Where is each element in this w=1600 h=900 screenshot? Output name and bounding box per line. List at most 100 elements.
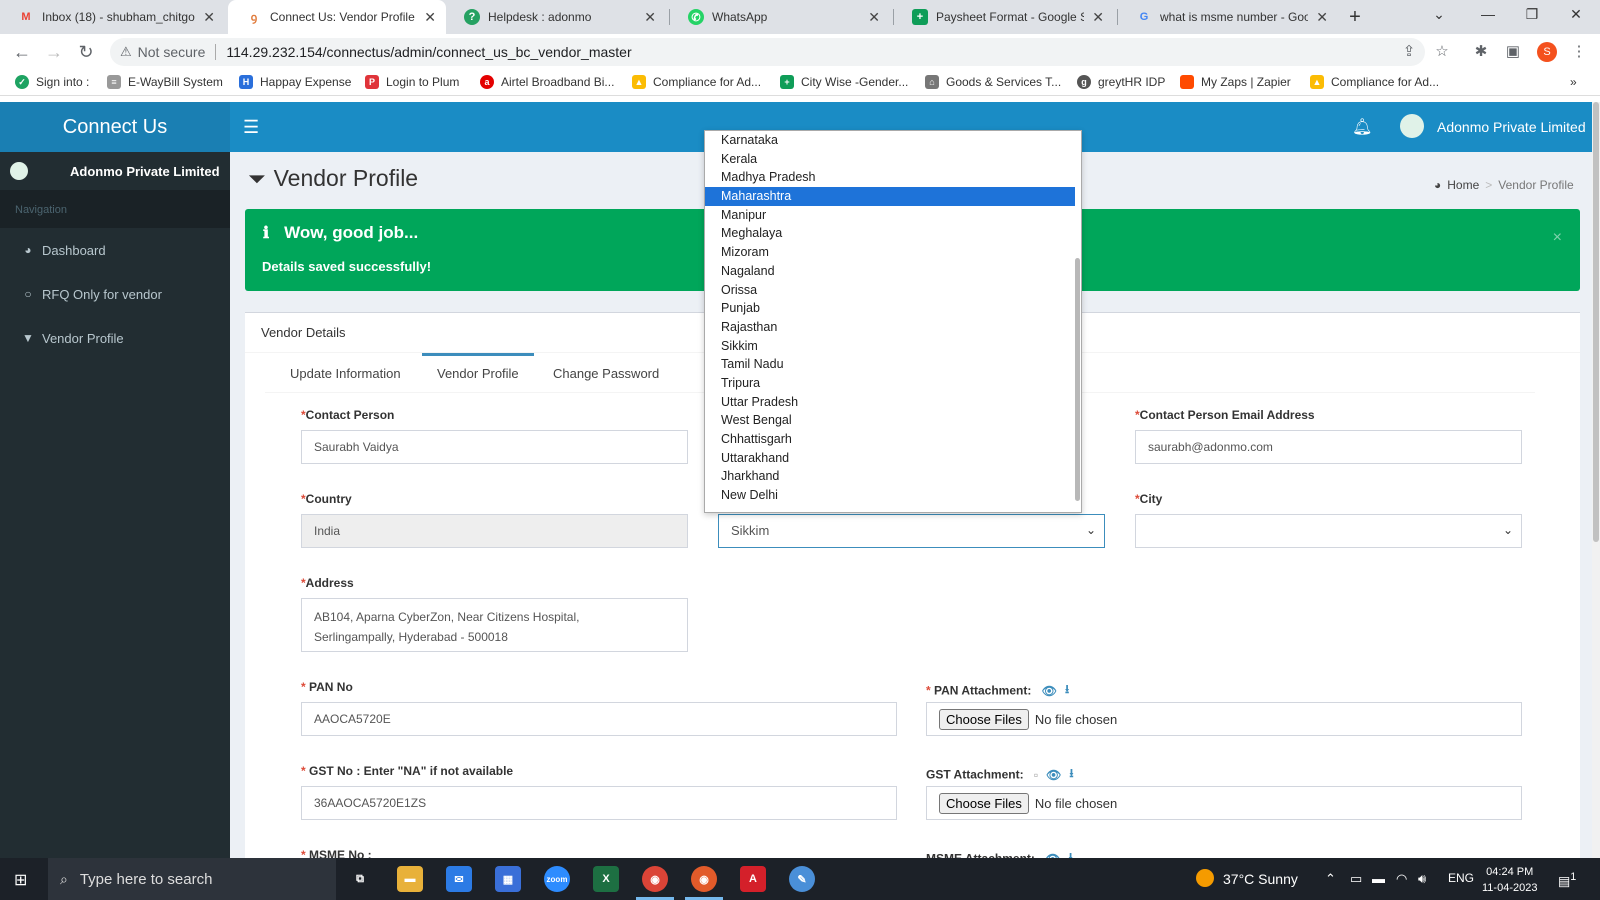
- sidebar-item-vendor-profile[interactable]: ▼ Vendor Profile: [0, 316, 230, 360]
- wifi-icon[interactable]: ◠: [1396, 871, 1407, 887]
- close-icon[interactable]: ✕: [1092, 9, 1104, 26]
- close-icon[interactable]: ✕: [424, 9, 436, 26]
- city-select[interactable]: ⌄: [1135, 514, 1522, 548]
- dropdown-option[interactable]: Madhya Pradesh: [705, 168, 1075, 187]
- close-icon[interactable]: ✕: [1316, 9, 1328, 26]
- page-scrollbar-thumb[interactable]: [1593, 102, 1599, 542]
- bookmark-compliance-2[interactable]: ▲ Compliance for Ad...: [1310, 75, 1439, 89]
- battery-icon[interactable]: ▬: [1372, 871, 1385, 886]
- bookmark-happay[interactable]: H Happay Expense: [239, 75, 351, 89]
- zoom-icon[interactable]: zoom: [544, 866, 570, 892]
- download-icon[interactable]: ⭳: [1069, 764, 1073, 785]
- close-icon[interactable]: ✕: [203, 9, 215, 26]
- choose-files-button[interactable]: Choose Files: [939, 708, 1029, 730]
- contact-person-input[interactable]: Saurabh Vaidya: [301, 430, 688, 464]
- dropdown-option[interactable]: Punjab: [705, 299, 1075, 318]
- address-textarea[interactable]: AB104, Aparna CyberZon, Near Citizens Ho…: [301, 598, 688, 652]
- bookmark-plum[interactable]: P Login to Plum: [365, 75, 459, 89]
- dropdown-option[interactable]: Kerala: [705, 150, 1075, 169]
- email-field[interactable]: saurabh@adonmo.com: [1135, 430, 1522, 464]
- store-icon[interactable]: ▦: [495, 866, 521, 892]
- browser-tab-helpdesk[interactable]: ? Helpdesk : adonmo ✕: [446, 0, 666, 34]
- chrome-profile-icon[interactable]: ◉: [691, 866, 717, 892]
- close-icon[interactable]: ×: [1553, 229, 1562, 247]
- back-icon[interactable]: ←: [10, 42, 34, 63]
- close-icon[interactable]: ✕: [644, 9, 656, 26]
- bookmark-ewaybill[interactable]: ≡ E-WayBill System: [107, 75, 223, 89]
- dropdown-option[interactable]: Mizoram: [705, 243, 1075, 262]
- file-explorer-icon[interactable]: ▬: [397, 866, 423, 892]
- dropdown-option[interactable]: Manipur: [705, 206, 1075, 225]
- tab-search-icon[interactable]: ⌄: [1427, 6, 1451, 23]
- gst-file-input[interactable]: Choose Files No file chosen: [926, 786, 1522, 820]
- clock[interactable]: 04:24 PM 11-04-2023: [1482, 864, 1537, 896]
- forward-icon[interactable]: →: [42, 42, 66, 63]
- browser-tab-vendor-profile[interactable]: ꝯ Connect Us: Vendor Profile ✕: [228, 0, 446, 34]
- tray-chevron-icon[interactable]: ⌃: [1325, 871, 1336, 887]
- state-dropdown-list[interactable]: Karnataka Kerala Madhya Pradesh Maharashtra…: [704, 130, 1082, 513]
- bookmark-gst[interactable]: ⌂ Goods & Services T...: [925, 75, 1061, 89]
- minimize-icon[interactable]: —: [1476, 6, 1500, 22]
- restore-icon[interactable]: ❐: [1520, 6, 1544, 23]
- browser-tab-paysheet[interactable]: + Paysheet Format - Google Sh ✕: [894, 0, 1114, 34]
- dropdown-option[interactable]: Karnataka: [705, 131, 1075, 150]
- language-indicator[interactable]: ENG: [1448, 871, 1474, 885]
- bell-icon[interactable]: 🔔︎: [1352, 117, 1372, 137]
- tab-vendor-profile[interactable]: Vendor Profile: [422, 353, 534, 393]
- dropdown-option[interactable]: Tripura: [705, 374, 1075, 393]
- sidebar-item-rfq[interactable]: ○ RFQ Only for vendor: [0, 272, 230, 316]
- weather-text[interactable]: 37°C Sunny: [1223, 871, 1298, 887]
- extensions-icon[interactable]: ✱: [1470, 42, 1492, 60]
- dropdown-option[interactable]: New Delhi: [705, 486, 1075, 505]
- bookmark-city-wise[interactable]: + City Wise -Gender...: [780, 75, 908, 89]
- taskbar-search[interactable]: ⌕ Type here to search: [48, 858, 336, 900]
- dropdown-option[interactable]: Uttar Pradesh: [705, 393, 1075, 412]
- sidebar-item-dashboard[interactable]: ◕ Dashboard: [0, 228, 230, 272]
- sidepanel-icon[interactable]: ▣: [1502, 42, 1524, 60]
- dropdown-option[interactable]: Jharkhand: [705, 467, 1075, 486]
- dropdown-option[interactable]: Rajasthan: [705, 318, 1075, 337]
- bookmark-sign-into[interactable]: ✓ Sign into :: [15, 75, 89, 89]
- bookmark-zapier[interactable]: My Zaps | Zapier: [1180, 75, 1291, 89]
- pan-file-input[interactable]: Choose Files No file chosen: [926, 702, 1522, 736]
- meet-icon[interactable]: ▭: [1350, 871, 1362, 887]
- profile-avatar[interactable]: S: [1537, 42, 1557, 62]
- notification-icon[interactable]: ▤1: [1558, 871, 1576, 889]
- bookmarks-overflow-icon[interactable]: »: [1570, 75, 1577, 89]
- paint-icon[interactable]: ✎: [789, 866, 815, 892]
- brand-logo[interactable]: Connect Us: [0, 102, 230, 152]
- dropdown-option[interactable]: Tamil Nadu: [705, 355, 1075, 374]
- url-input[interactable]: ⚠ Not secure 114.29.232.154/connectus/ad…: [110, 38, 1425, 66]
- hamburger-icon[interactable]: ☰: [243, 117, 259, 138]
- windows-icon[interactable]: ⊞: [14, 870, 27, 890]
- dropdown-option[interactable]: West Bengal: [705, 411, 1075, 430]
- reload-icon[interactable]: ↻: [74, 42, 98, 63]
- country-input[interactable]: India: [301, 514, 688, 548]
- dropdown-option[interactable]: Chhattisgarh: [705, 430, 1075, 449]
- bookmark-compliance-1[interactable]: ▲ Compliance for Ad...: [632, 75, 761, 89]
- volume-icon[interactable]: 🔊︎: [1418, 871, 1426, 887]
- task-view-icon[interactable]: ⧉: [347, 866, 373, 892]
- chrome-icon[interactable]: ◉: [642, 866, 668, 892]
- close-window-icon[interactable]: ✕: [1564, 6, 1588, 23]
- browser-tab-google[interactable]: G what is msme number - Goog ✕: [1118, 0, 1338, 34]
- breadcrumb-home[interactable]: Home: [1447, 178, 1479, 192]
- tab-update-information[interactable]: Update Information: [275, 353, 416, 393]
- bookmark-greythr[interactable]: g greytHR IDP: [1077, 75, 1165, 89]
- download-icon[interactable]: ⭳: [1065, 680, 1069, 701]
- header-user-name[interactable]: Adonmo Private Limited: [1437, 119, 1586, 135]
- dropdown-option[interactable]: Maharashtra: [705, 187, 1075, 206]
- bookmark-airtel[interactable]: a Airtel Broadband Bi...: [480, 75, 614, 89]
- pan-input[interactable]: AAOCA5720E: [301, 702, 897, 736]
- acrobat-icon[interactable]: A: [740, 866, 766, 892]
- close-icon[interactable]: ✕: [868, 9, 880, 26]
- browser-tab-whatsapp[interactable]: ✆ WhatsApp ✕: [670, 0, 890, 34]
- eye-icon[interactable]: 👁︎: [1046, 768, 1061, 782]
- state-select[interactable]: Sikkim ⌄: [718, 514, 1105, 548]
- avatar[interactable]: [1400, 114, 1424, 138]
- dropdown-option[interactable]: Meghalaya: [705, 224, 1075, 243]
- dropdown-option[interactable]: Uttarakhand: [705, 449, 1075, 468]
- new-tab-button[interactable]: +: [1343, 5, 1367, 29]
- dropdown-option[interactable]: Nagaland: [705, 262, 1075, 281]
- share-icon[interactable]: ⇪: [1398, 42, 1420, 60]
